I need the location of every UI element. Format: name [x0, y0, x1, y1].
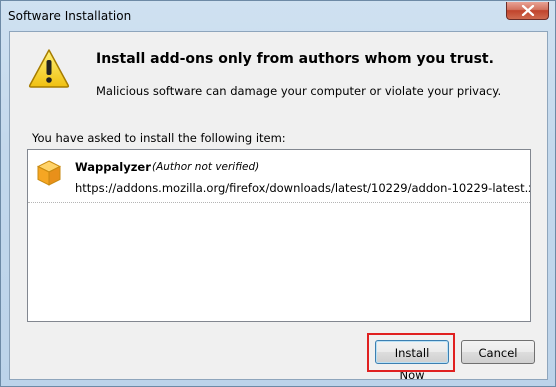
- addon-name: Wappalyzer: [75, 160, 151, 174]
- addon-cube-icon: [37, 160, 61, 186]
- close-icon: [521, 5, 535, 16]
- addon-author-status: (Author not verified): [152, 161, 260, 173]
- dialog-content: Install add-ons only from authors whom y…: [9, 31, 548, 382]
- install-item-list[interactable]: Wappalyzer (Author not verified) https:/…: [27, 149, 531, 322]
- title-bar[interactable]: Software Installation: [1, 1, 555, 31]
- warning-triangle-icon: [28, 49, 70, 88]
- warning-headline: Install add-ons only from authors whom y…: [96, 51, 494, 67]
- addon-url: https://addons.mozilla.org/firefox/downl…: [75, 181, 531, 195]
- close-button[interactable]: [506, 2, 549, 20]
- cancel-button[interactable]: Cancel: [461, 340, 535, 364]
- dialog-window: Software Installation Install add-ons on…: [0, 0, 556, 387]
- install-list-label: You have asked to install the following …: [32, 131, 286, 145]
- window-title: Software Installation: [8, 9, 132, 23]
- list-item[interactable]: Wappalyzer (Author not verified) https:/…: [28, 150, 530, 203]
- install-now-button[interactable]: Install Now: [375, 340, 449, 382]
- warning-subline: Malicious software can damage your compu…: [96, 84, 502, 98]
